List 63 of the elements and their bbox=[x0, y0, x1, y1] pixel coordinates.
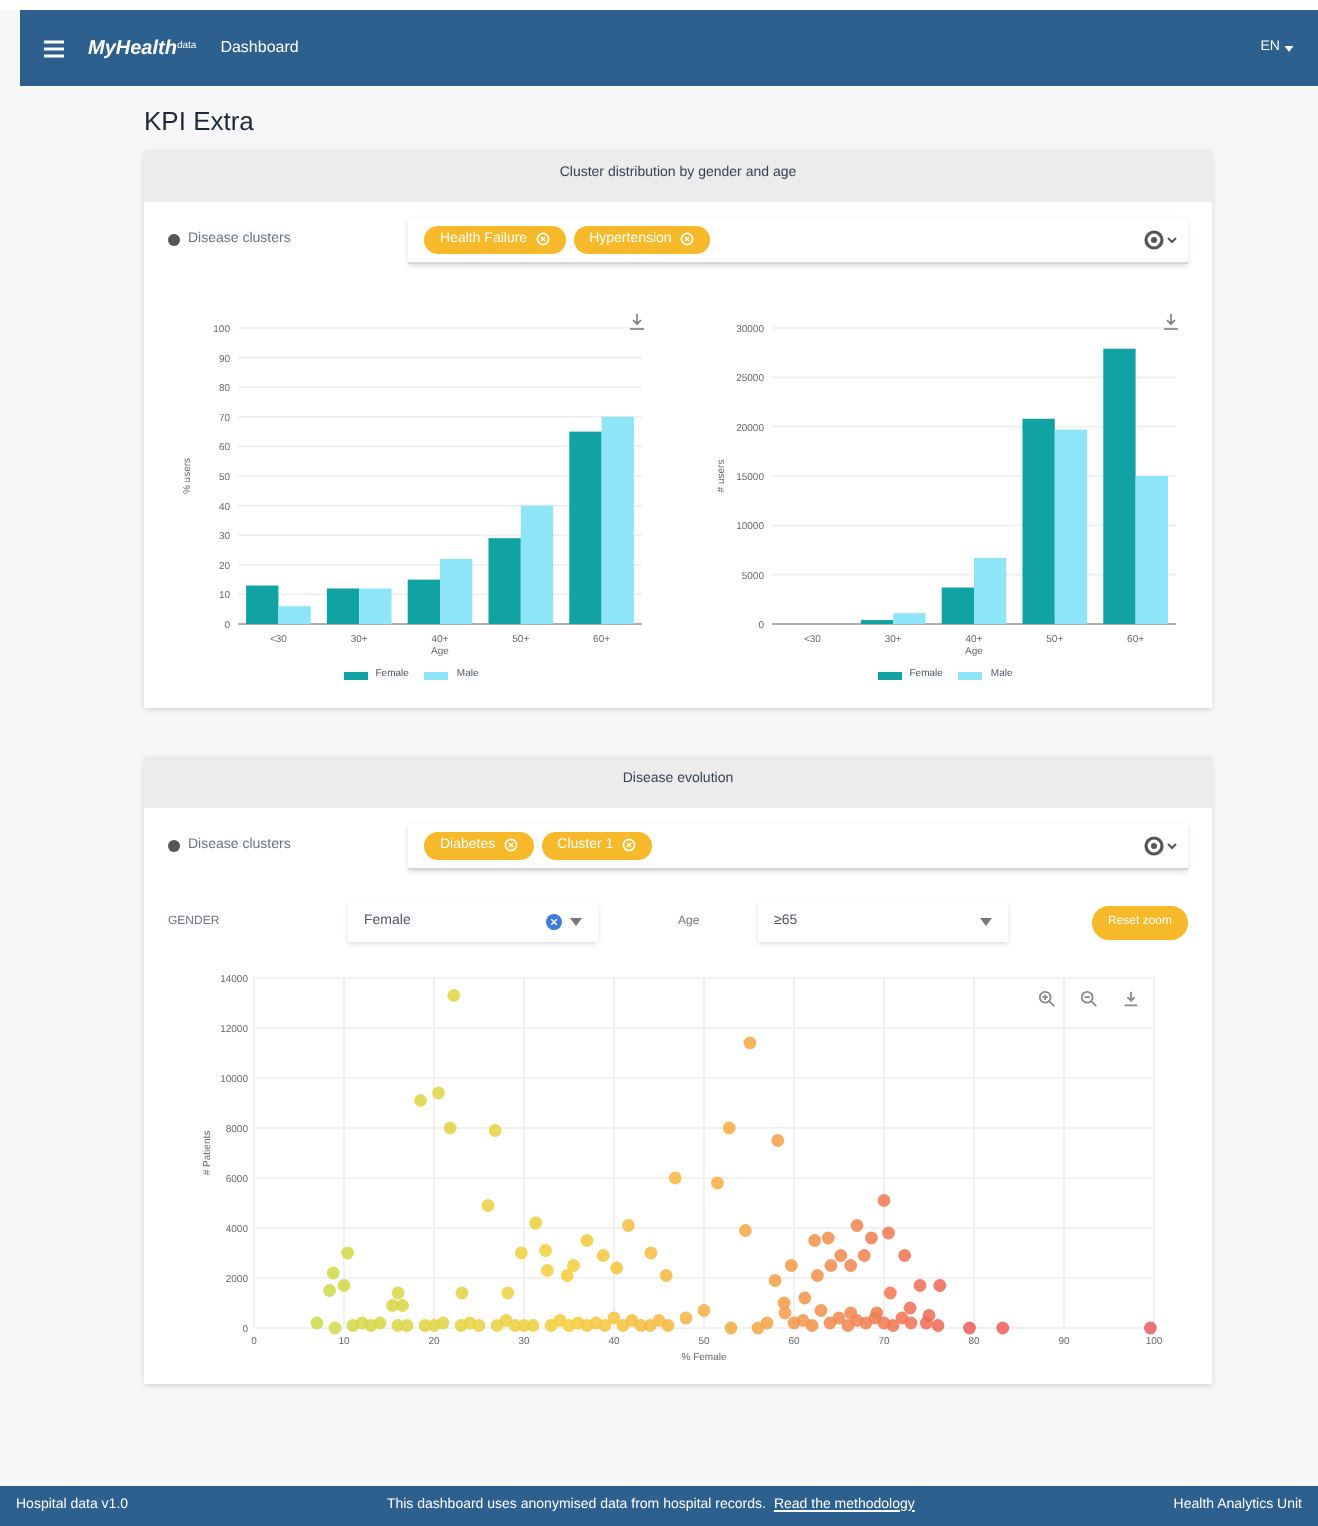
download-icon[interactable] bbox=[1161, 312, 1179, 332]
legend-swatch bbox=[958, 671, 983, 680]
data-point bbox=[897, 1249, 911, 1262]
data-point bbox=[962, 1321, 975, 1335]
data-point bbox=[932, 1279, 946, 1292]
data-point bbox=[723, 1321, 737, 1335]
data-point bbox=[678, 1311, 692, 1325]
settings-icon[interactable] bbox=[1144, 835, 1180, 856]
close-icon[interactable] bbox=[503, 838, 518, 853]
download-icon[interactable] bbox=[1121, 990, 1139, 1008]
data-point bbox=[881, 1226, 894, 1240]
bar bbox=[325, 588, 359, 624]
data-point bbox=[538, 1244, 551, 1257]
data-point bbox=[710, 1176, 723, 1190]
data-point bbox=[500, 1286, 514, 1300]
data-point bbox=[442, 1121, 456, 1135]
data-point bbox=[309, 1316, 323, 1330]
data-point bbox=[770, 1134, 784, 1147]
zoom-in-icon[interactable] bbox=[1037, 990, 1055, 1008]
data-point bbox=[995, 1321, 1009, 1335]
cancel-icon[interactable] bbox=[546, 914, 562, 930]
data-point bbox=[696, 1304, 710, 1317]
caret-icon bbox=[1284, 45, 1294, 51]
data-point bbox=[513, 1246, 527, 1260]
close-icon[interactable] bbox=[679, 232, 694, 247]
data-point bbox=[454, 1286, 468, 1300]
data-point bbox=[882, 1286, 896, 1300]
bar bbox=[358, 588, 391, 624]
data-point bbox=[487, 1124, 501, 1137]
data-point bbox=[658, 1269, 672, 1282]
data-point bbox=[742, 1036, 756, 1050]
data-point bbox=[528, 1216, 542, 1230]
legend-swatch bbox=[424, 671, 449, 680]
bar bbox=[519, 505, 553, 624]
page-title: KPI Extra bbox=[144, 104, 256, 140]
close-icon[interactable] bbox=[621, 838, 636, 853]
data-point bbox=[540, 1264, 553, 1277]
data-point bbox=[621, 1219, 634, 1232]
logo[interactable]: MyHealth$^{data}$ bbox=[88, 33, 197, 63]
legend-swatch bbox=[343, 671, 368, 680]
data-point bbox=[738, 1224, 751, 1237]
close-icon[interactable] bbox=[535, 232, 550, 247]
bar bbox=[487, 538, 520, 624]
data-point bbox=[431, 1086, 444, 1100]
caret-icon bbox=[570, 918, 582, 926]
data-point bbox=[480, 1199, 494, 1212]
zoom-out-icon[interactable] bbox=[1079, 990, 1097, 1008]
legend-swatch bbox=[877, 671, 902, 680]
data-point bbox=[413, 1094, 426, 1107]
data-point bbox=[667, 1171, 681, 1185]
data-point bbox=[876, 1194, 890, 1207]
settings-icon[interactable] bbox=[1144, 229, 1180, 250]
data-point bbox=[340, 1246, 353, 1260]
data-point bbox=[446, 989, 460, 1002]
data-point bbox=[643, 1246, 657, 1260]
menu-icon[interactable] bbox=[44, 39, 64, 57]
page-link[interactable]: Dashboard bbox=[220, 36, 299, 60]
data-point bbox=[327, 1321, 341, 1335]
data-point bbox=[912, 1279, 926, 1292]
caret-icon bbox=[980, 918, 992, 926]
download-icon[interactable] bbox=[627, 312, 645, 332]
data-point bbox=[1143, 1321, 1156, 1335]
data-point bbox=[721, 1121, 735, 1135]
